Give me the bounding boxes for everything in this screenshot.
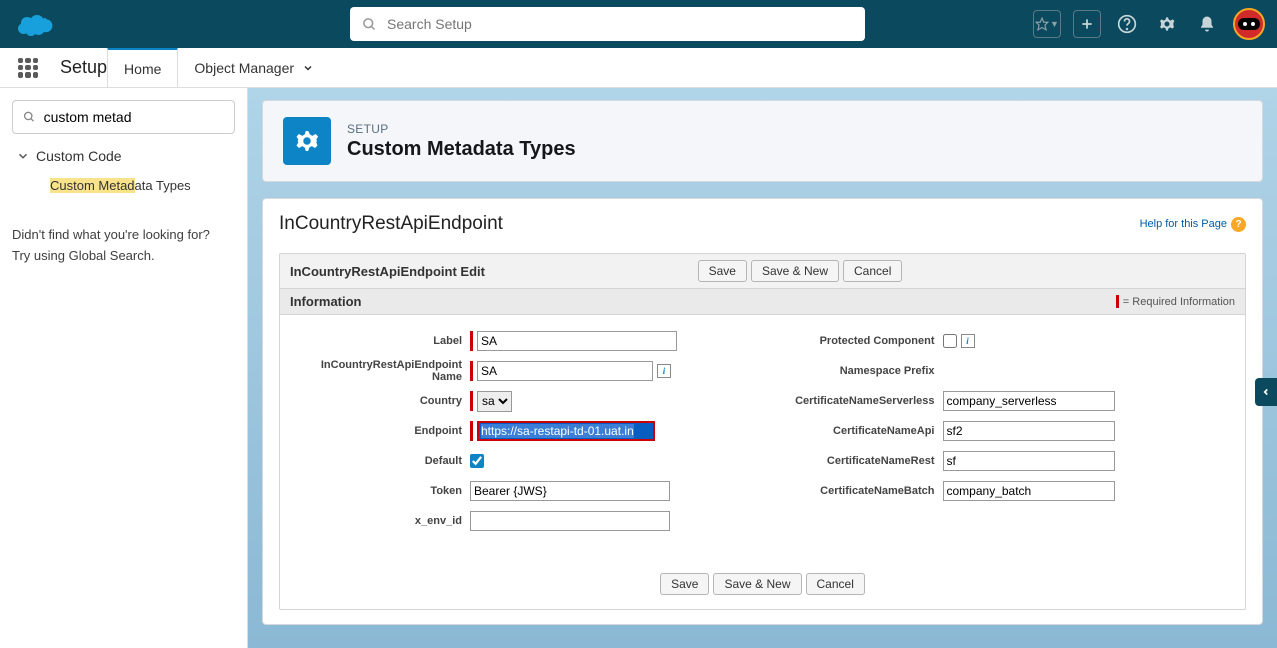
breadcrumb: SETUP [347,122,576,136]
endpoint-value: https://sa-restapi-td-01.uat.in [481,424,634,438]
global-header: ▼ [0,0,1277,48]
search-icon [362,17,377,32]
right-column: Protected Component i Namespace Prefix C… [763,329,1236,539]
protected-checkbox[interactable] [943,334,957,348]
search-icon [23,110,36,124]
default-lbl: Default [290,455,470,467]
gear-icon [283,117,331,165]
left-column: Label InCountryRestApiEndpoint Name i Co… [290,329,763,539]
global-search-container [350,7,865,41]
cancel-button[interactable]: Cancel [843,260,902,282]
required-bar-icon [470,361,473,381]
edit-header-title: InCountryRestApiEndpoint Edit [290,264,485,279]
edit-header: InCountryRestApiEndpoint Edit Save Save … [280,254,1245,289]
page-title: InCountryRestApiEndpoint [279,213,503,235]
info-icon[interactable]: i [961,334,975,348]
sidebar-quickfind[interactable] [12,100,235,134]
default-checkbox[interactable] [470,454,484,468]
page-title-row: InCountryRestApiEndpoint Help for this P… [279,213,1246,235]
help-link-label: Help for this Page [1140,218,1227,230]
sidebar-node-custom-code[interactable]: Custom Code [12,140,235,172]
sidebar-item-custom-metadata-types[interactable]: Custom Metadata Types [12,172,235,199]
global-search[interactable] [350,7,865,41]
country-select[interactable]: sa [477,391,512,412]
ns-lbl: Namespace Prefix [763,365,943,377]
save-new-button[interactable]: Save & New [751,260,839,282]
cert-rest-field[interactable] [943,451,1115,471]
page-header-title: Custom Metadata Types [347,138,576,161]
content-area: SETUP Custom Metadata Types InCountryRes… [248,88,1277,648]
detail-card: InCountryRestApiEndpoint Help for this P… [262,198,1263,625]
xenv-lbl: x_env_id [290,515,470,527]
bottom-button-group: Save Save & New Cancel [280,565,1245,609]
info-icon[interactable]: i [657,364,671,378]
endpoint-lbl: Endpoint [290,425,470,437]
country-lbl: Country [290,395,470,407]
form-body: Label InCountryRestApiEndpoint Name i Co… [280,315,1245,565]
cert-rest-lbl: CertificateNameRest [763,455,943,467]
salesforce-logo [18,11,54,37]
sidebar-node-label: Custom Code [36,148,122,164]
page-header: SETUP Custom Metadata Types [262,100,1263,182]
label-field[interactable] [477,331,677,351]
main-layout: Custom Code Custom Metadata Types Didn't… [0,88,1277,648]
page-header-text: SETUP Custom Metadata Types [347,122,576,161]
section-header-information: Information = Required Information [280,289,1245,315]
settings-button[interactable] [1153,10,1181,38]
required-legend: = Required Information [1116,295,1235,308]
global-search-input[interactable] [387,16,853,32]
save-button[interactable]: Save [660,573,709,595]
top-button-group: Save Save & New Cancel [698,260,903,282]
no-results-line2: Try using Global Search. [12,246,235,267]
cert-api-field[interactable] [943,421,1115,441]
api-name-field[interactable] [477,361,653,381]
sidebar-item-rest: ata Types [135,178,191,193]
cert-api-lbl: CertificateNameApi [763,425,943,437]
user-avatar[interactable] [1233,8,1265,40]
tab-object-manager-label: Object Manager [194,60,294,76]
no-results-line1: Didn't find what you're looking for? [12,225,235,246]
protected-lbl: Protected Component [763,335,943,347]
cert-serverless-field[interactable] [943,391,1115,411]
edit-panel: InCountryRestApiEndpoint Edit Save Save … [279,253,1246,610]
cancel-button[interactable]: Cancel [806,573,865,595]
header-actions: ▼ [1033,8,1265,40]
chevron-left-icon [1261,387,1271,397]
required-legend-text: = Required Information [1123,296,1235,308]
help-button[interactable] [1113,10,1141,38]
favorites-button[interactable]: ▼ [1033,10,1061,38]
chevron-down-icon [302,62,314,74]
save-button[interactable]: Save [698,260,747,282]
add-button[interactable] [1073,10,1101,38]
notifications-button[interactable] [1193,10,1221,38]
save-new-button[interactable]: Save & New [713,573,801,595]
sidebar-quickfind-input[interactable] [44,109,224,125]
sidebar-no-results: Didn't find what you're looking for? Try… [12,225,235,267]
app-launcher-icon[interactable] [18,58,38,78]
cert-serverless-lbl: CertificateNameServerless [763,395,943,407]
sidebar-item-highlight: Custom Metad [50,178,135,193]
app-name: Setup [60,57,107,78]
sidebar: Custom Code Custom Metadata Types Didn't… [0,88,248,648]
help-question-icon: ? [1231,217,1246,232]
required-bar-icon [470,391,473,411]
name-lbl: InCountryRestApiEndpoint Name [290,359,470,383]
context-bar: Setup Home Object Manager [0,48,1277,88]
side-collapse-tab[interactable] [1255,378,1277,406]
cert-batch-field[interactable] [943,481,1115,501]
cert-batch-lbl: CertificateNameBatch [763,485,943,497]
required-bar-icon [1116,295,1119,308]
tab-object-manager[interactable]: Object Manager [178,48,330,88]
endpoint-field[interactable]: https://sa-restapi-td-01.uat.in [477,421,655,441]
tab-home[interactable]: Home [107,47,178,87]
help-for-page-link[interactable]: Help for this Page ? [1140,217,1246,232]
label-lbl: Label [290,335,470,347]
token-lbl: Token [290,485,470,497]
chevron-down-icon [16,149,30,163]
token-field[interactable] [470,481,670,501]
section-title: Information [290,294,362,309]
xenv-field[interactable] [470,511,670,531]
required-bar-icon [470,331,473,351]
required-bar-icon [470,421,473,441]
